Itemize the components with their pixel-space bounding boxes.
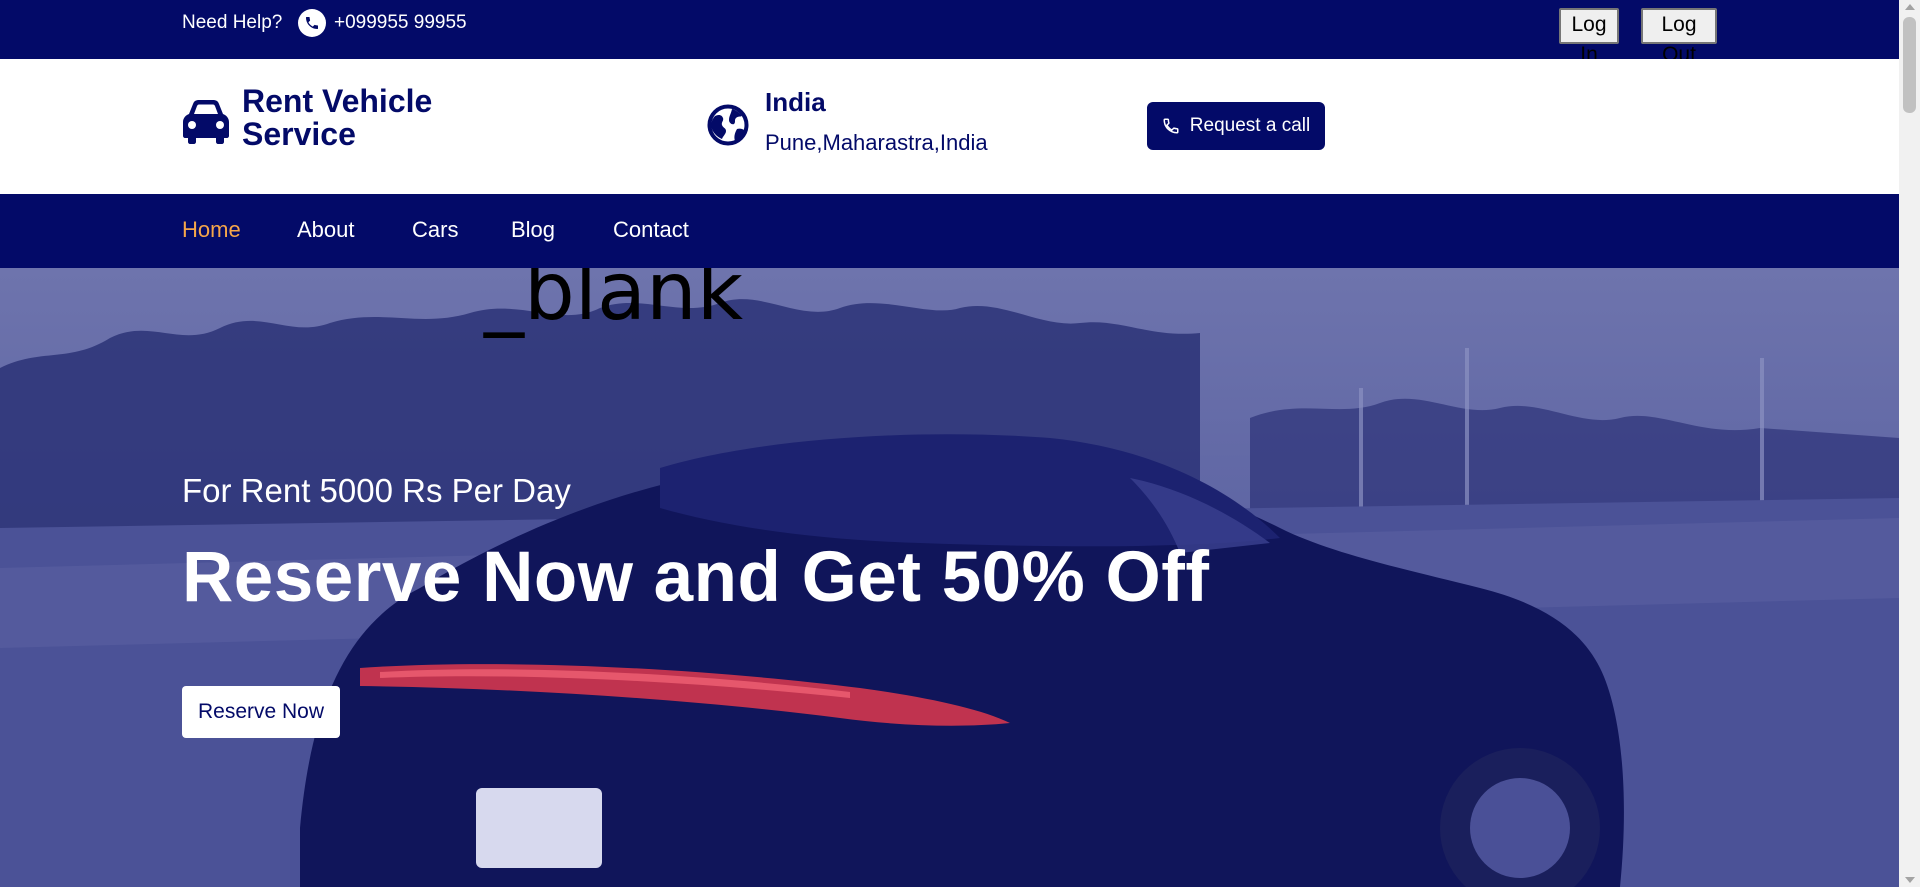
- phone-icon: [298, 9, 326, 37]
- main-nav: Home About Cars Blog Contact: [0, 194, 1899, 268]
- top-bar: Need Help? +099955 99955 Log In Log Out: [0, 0, 1899, 66]
- phone-outline-icon: [1163, 118, 1179, 134]
- hero-banner: _blank For Rent 5000 Rs Per Day Reserve …: [0, 268, 1899, 887]
- globe-icon: [707, 104, 749, 146]
- nav-contact[interactable]: Contact: [613, 216, 689, 244]
- request-call-button[interactable]: Request a call: [1147, 102, 1325, 150]
- nav-blog[interactable]: Blog: [511, 216, 555, 244]
- page: Need Help? +099955 99955 Log In Log Out …: [0, 0, 1899, 887]
- brand-header: Rent Vehicle Service India Pune,Maharast…: [0, 59, 1899, 194]
- brand-line-2: Service: [242, 116, 356, 152]
- hero-subtitle: For Rent 5000 Rs Per Day: [182, 472, 571, 509]
- nav-cars[interactable]: Cars: [412, 216, 458, 244]
- location-country: India: [765, 87, 826, 117]
- nav-about[interactable]: About: [297, 216, 355, 244]
- car-icon: [183, 100, 229, 144]
- page-scrollbar[interactable]: [1899, 0, 1920, 887]
- logout-button[interactable]: Log Out: [1641, 8, 1717, 66]
- login-button[interactable]: Log In: [1559, 8, 1619, 66]
- need-help-label: Need Help?: [182, 12, 283, 33]
- location-city: Pune,Maharastra,India: [765, 130, 988, 155]
- phone-number[interactable]: +099955 99955: [334, 10, 467, 36]
- brand-name[interactable]: Rent Vehicle Service: [242, 85, 502, 151]
- stray-blank-text: _blank: [484, 268, 744, 338]
- reserve-now-button[interactable]: Reserve Now: [182, 686, 340, 738]
- nav-home[interactable]: Home: [182, 216, 241, 244]
- hero-title: Reserve Now and Get 50% Off: [182, 538, 1210, 617]
- scroll-thumb[interactable]: [1903, 17, 1916, 113]
- scroll-down-icon[interactable]: [1905, 877, 1915, 883]
- brand-line-1: Rent Vehicle: [242, 83, 433, 119]
- scroll-up-icon[interactable]: [1905, 4, 1915, 10]
- request-call-label: Request a call: [1189, 115, 1311, 136]
